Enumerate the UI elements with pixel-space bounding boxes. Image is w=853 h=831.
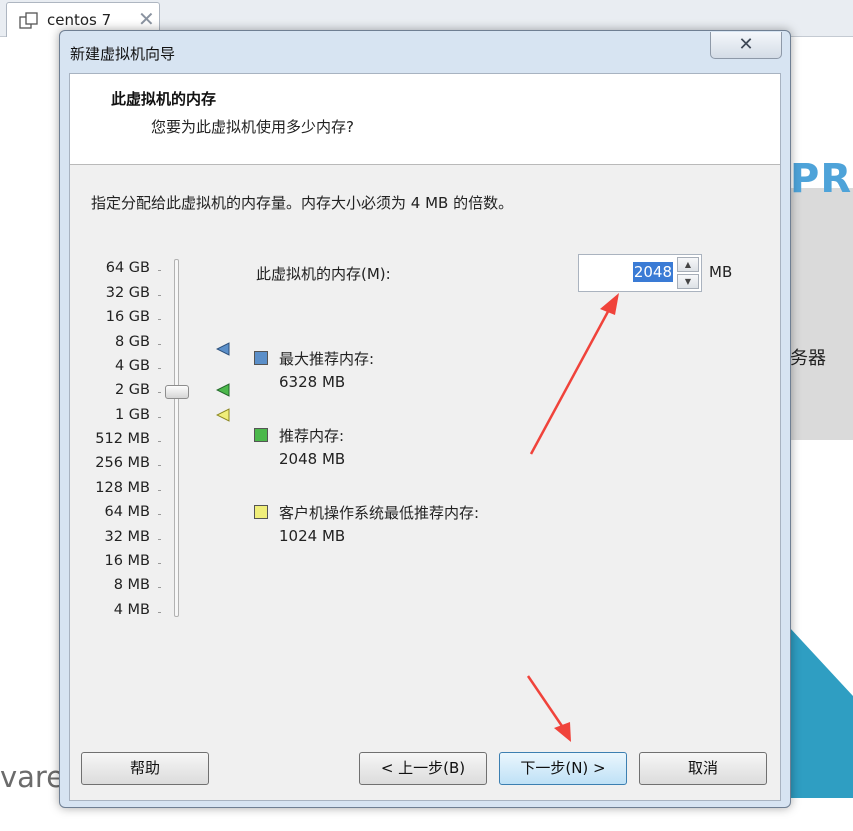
background-teal-graphic	[790, 628, 853, 798]
recommended-value: 2048 MB	[279, 450, 346, 468]
instruction-text: 指定分配给此虚拟机的内存量。内存大小必须为 4 MB 的倍数。	[91, 194, 514, 212]
minimum-recommended-value: 1024 MB	[279, 527, 346, 545]
scale-tick	[158, 344, 161, 345]
back-button[interactable]: < 上一步(B)	[359, 752, 487, 785]
scale-tick	[158, 392, 161, 393]
tab-title: centos 7	[47, 11, 112, 29]
minimum-recommended-label: 客户机操作系统最低推荐内存:	[279, 504, 480, 522]
scale-tick	[158, 368, 161, 369]
scale-label: 16 GB	[105, 309, 150, 325]
scale-label: 16 MB	[104, 553, 150, 569]
scale-label: 256 MB	[95, 455, 150, 471]
scale-label: 512 MB	[95, 431, 150, 447]
scale-tick	[158, 563, 161, 564]
dialog-title: 新建虚拟机向导	[70, 45, 176, 63]
scale-label: 64 MB	[104, 504, 150, 520]
memory-input[interactable]: 2048	[632, 262, 673, 282]
memory-label: 此虚拟机的内存(M):	[256, 265, 391, 283]
spin-down-button[interactable]: ▼	[677, 274, 699, 289]
scale-tick	[158, 514, 161, 515]
dialog-close-button[interactable]: ✕	[710, 32, 782, 59]
page-subtitle: 您要为此虚拟机使用多少内存?	[151, 118, 354, 136]
recommended-label: 推荐内存:	[279, 427, 345, 445]
max-recommended-legend-icon	[254, 351, 268, 365]
vmware-logo-text: vare	[0, 760, 65, 794]
new-vm-wizard-dialog: 新建虚拟机向导 ✕ 此虚拟机的内存 您要为此虚拟机使用多少内存? 指定分配给此虚…	[59, 30, 791, 808]
scale-label: 4 GB	[114, 358, 150, 374]
help-button[interactable]: 帮助	[81, 752, 209, 785]
scale-tick	[158, 319, 161, 320]
chevron-down-icon: ▼	[684, 277, 692, 286]
max-recommended-label: 最大推荐内存:	[279, 350, 375, 368]
vm-icon	[19, 12, 38, 29]
scale-tick	[158, 441, 161, 442]
close-icon: ✕	[738, 34, 754, 55]
close-icon[interactable]: ✕	[138, 7, 155, 31]
scale-tick	[158, 539, 161, 540]
memory-slider-track[interactable]	[174, 259, 179, 617]
background-panel	[790, 188, 853, 440]
scale-tick	[158, 612, 161, 613]
memory-slider-thumb[interactable]	[165, 385, 189, 399]
scale-label: 8 MB	[113, 577, 150, 593]
scale-tick	[158, 490, 161, 491]
scale-label: 4 MB	[113, 602, 150, 618]
background-pr-text: PR	[790, 156, 853, 202]
minimum-recommended-marker-icon	[216, 408, 230, 422]
scale-label: 64 GB	[105, 260, 150, 276]
wizard-header: 此虚拟机的内存 您要为此虚拟机使用多少内存?	[70, 74, 780, 165]
scale-tick	[158, 295, 161, 296]
scale-tick	[158, 417, 161, 418]
page-title: 此虚拟机的内存	[111, 90, 217, 108]
memory-unit: MB	[709, 263, 733, 281]
recommended-legend-icon	[254, 428, 268, 442]
scale-tick	[158, 270, 161, 271]
max-recommended-value: 6328 MB	[279, 373, 346, 391]
chevron-up-icon: ▲	[684, 260, 692, 269]
minimum-recommended-legend-icon	[254, 505, 268, 519]
max-recommended-marker-icon	[216, 342, 230, 356]
dialog-body: 此虚拟机的内存 您要为此虚拟机使用多少内存? 指定分配给此虚拟机的内存量。内存大…	[69, 73, 781, 801]
scale-tick	[158, 465, 161, 466]
cancel-button[interactable]: 取消	[639, 752, 767, 785]
next-button[interactable]: 下一步(N) >	[499, 752, 627, 785]
background-server-text: 务器	[790, 348, 826, 369]
scale-label: 32 GB	[105, 285, 150, 301]
spin-up-button[interactable]: ▲	[677, 257, 699, 272]
scale-label: 8 GB	[114, 334, 150, 350]
scale-label: 32 MB	[104, 529, 150, 545]
scale-label: 2 GB	[114, 382, 150, 398]
scale-label: 1 GB	[114, 407, 150, 423]
scale-label: 128 MB	[95, 480, 150, 496]
recommended-marker-icon	[216, 383, 230, 397]
scale-tick	[158, 587, 161, 588]
memory-spinbox[interactable]: 2048 ▲ ▼	[578, 254, 702, 292]
